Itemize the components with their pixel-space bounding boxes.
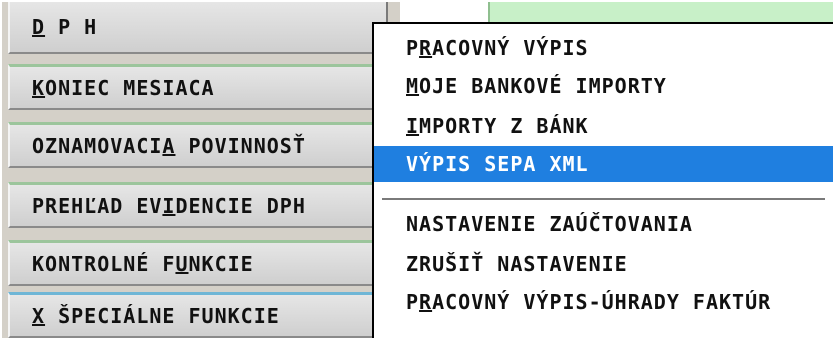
main-menu: D P H KONIEC MESIACA OZNAMOVACIA POVINNO… bbox=[2, 2, 400, 338]
menu-item-vypis-sepa-xml[interactable]: VÝPIS SEPA XML bbox=[374, 146, 833, 182]
menu-label: D P H bbox=[32, 15, 98, 39]
menu-item-label: MOJE BANKOVÉ IMPORTY bbox=[406, 74, 667, 98]
menu-item-label: ZRUŠIŤ NASTAVENIE bbox=[406, 252, 628, 276]
menu-button-dph[interactable]: D P H bbox=[8, 2, 388, 54]
mnemonic-letter: U bbox=[175, 251, 189, 276]
menu-item-importy-z-bank[interactable]: IMPORTY Z BÁNK bbox=[374, 108, 833, 144]
application-window: D P H KONIEC MESIACA OZNAMOVACIA POVINNO… bbox=[0, 0, 833, 338]
mnemonic-letter: D bbox=[32, 15, 46, 39]
menu-button-prehlad-evidencie-dph[interactable]: PREHĽAD EVIDENCIE DPH bbox=[8, 182, 388, 228]
menu-item-label: PRACOVNÝ VÝPIS bbox=[406, 36, 589, 60]
background-panel bbox=[488, 2, 833, 24]
menu-item-label: NASTAVENIE ZAÚČTOVANIA bbox=[406, 212, 693, 236]
mnemonic-letter: M bbox=[406, 74, 420, 98]
menu-item-label: IMPORTY Z BÁNK bbox=[406, 114, 589, 138]
mnemonic-letter: R bbox=[419, 36, 433, 60]
mnemonic-letter: I bbox=[162, 193, 176, 218]
menu-item-nastavenie-zauctovania[interactable]: NASTAVENIE ZAÚČTOVANIA bbox=[374, 206, 833, 242]
menu-button-koniec-mesiaca[interactable]: KONIEC MESIACA bbox=[8, 64, 388, 110]
menu-label: X ŠPECIÁLNE FUNKCIE bbox=[32, 303, 280, 328]
menu-item-zrusit-nastavenie[interactable]: ZRUŠIŤ NASTAVENIE bbox=[374, 246, 833, 282]
mnemonic-letter: I bbox=[406, 114, 420, 138]
menu-item-pracovny-vypis[interactable]: PRACOVNÝ VÝPIS bbox=[374, 30, 833, 66]
menu-label: PREHĽAD EVIDENCIE DPH bbox=[32, 193, 306, 218]
menu-button-oznamovacia-povinnost[interactable]: OZNAMOVACIA POVINNOSŤ bbox=[8, 122, 388, 168]
mnemonic-letter: X bbox=[32, 303, 46, 328]
menu-button-kontrolne-funkcie[interactable]: KONTROLNÉ FUNKCIE bbox=[8, 240, 388, 286]
menu-item-pracovny-vypis-uhrady-faktur[interactable]: PRACOVNÝ VÝPIS-ÚHRADY FAKTÚR bbox=[374, 284, 833, 320]
menu-item-label: PRACOVNÝ VÝPIS-ÚHRADY FAKTÚR bbox=[406, 290, 772, 314]
dropdown-menu: PRACOVNÝ VÝPIS MOJE BANKOVÉ IMPORTY IMPO… bbox=[372, 22, 833, 338]
mnemonic-letter: K bbox=[32, 75, 46, 100]
menu-button-specialne-funkcie[interactable]: X ŠPECIÁLNE FUNKCIE bbox=[8, 292, 388, 338]
menu-item-moje-bankove-importy[interactable]: MOJE BANKOVÉ IMPORTY bbox=[374, 68, 833, 104]
menu-label: OZNAMOVACIA POVINNOSŤ bbox=[32, 133, 306, 158]
mnemonic-letter: R bbox=[419, 290, 433, 314]
menu-label: KONIEC MESIACA bbox=[32, 75, 215, 100]
menu-item-label: VÝPIS SEPA XML bbox=[406, 152, 589, 176]
menu-label: KONTROLNÉ FUNKCIE bbox=[32, 251, 254, 276]
mnemonic-letter: A bbox=[162, 133, 176, 158]
menu-separator bbox=[382, 198, 825, 200]
